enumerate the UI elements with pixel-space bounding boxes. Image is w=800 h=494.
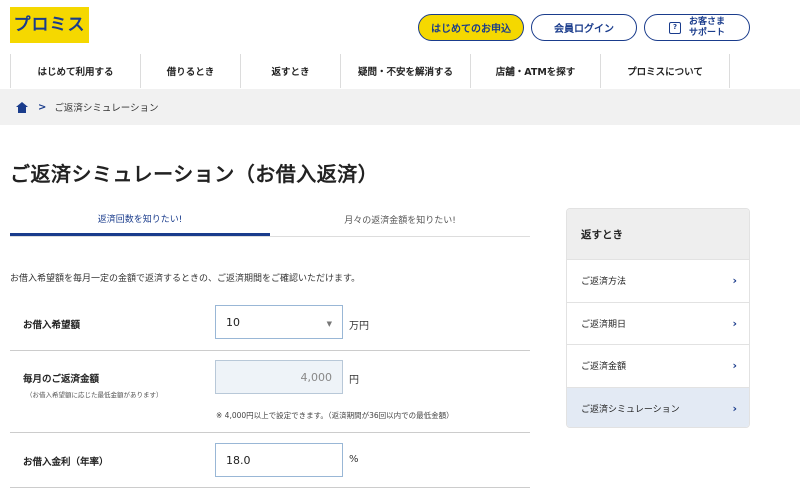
monthly-input[interactable]: 4,000 bbox=[215, 360, 343, 394]
sidebar-item-simulation[interactable]: ご返済シミュレーション › bbox=[567, 386, 749, 427]
breadcrumb-current: ご返済シミュレーション bbox=[54, 103, 159, 114]
chevron-right-icon: › bbox=[732, 316, 737, 330]
amount-unit: 万円 bbox=[349, 321, 369, 332]
amount-value: 10 bbox=[226, 315, 240, 329]
form-row-rate: お借入金利（年率） 18.0 % bbox=[10, 433, 530, 488]
amount-select[interactable]: 10 ▼ bbox=[215, 305, 343, 339]
chevron-right-icon: › bbox=[732, 274, 737, 288]
rate-value: 18.0 bbox=[226, 453, 251, 467]
support-line1: お客さま bbox=[688, 16, 725, 27]
rate-unit: % bbox=[349, 454, 359, 465]
monthly-sublabel: （お借入希望額に応じた最低金額があります） bbox=[26, 391, 163, 399]
nav-item-borrow[interactable]: 借りるとき bbox=[140, 54, 240, 88]
monthly-value: 4,000 bbox=[300, 370, 333, 384]
monthly-note: ※ 4,000円以上で設定できます。（返済期間が36回以内での最低金額） bbox=[216, 411, 454, 420]
sidebar-item-label: ご返済金額 bbox=[581, 362, 627, 373]
chevron-right-icon: > bbox=[38, 101, 47, 113]
promise-logo[interactable]: プロミス bbox=[10, 7, 89, 43]
sidebar-item-due-date[interactable]: ご返済期日 › bbox=[567, 301, 749, 345]
rate-label: お借入金利（年率） bbox=[23, 457, 109, 468]
monthly-unit: 円 bbox=[349, 375, 359, 386]
support-button[interactable]: ? お客さま サポート bbox=[644, 14, 750, 41]
apply-button[interactable]: はじめてのお申込 bbox=[418, 14, 524, 41]
form-row-monthly: 毎月のご返済金額 （お借入希望額に応じた最低金額があります） 4,000 円 ※… bbox=[10, 351, 530, 433]
nav-item-first-time[interactable]: はじめて利用する bbox=[10, 54, 140, 88]
sidebar-item-method[interactable]: ご返済方法 › bbox=[567, 259, 749, 302]
sidebar-item-label: ご返済期日 bbox=[581, 319, 627, 330]
nav-item-about[interactable]: プロミスについて bbox=[600, 54, 730, 88]
chevron-right-icon: › bbox=[732, 359, 737, 373]
sidebar-item-amount[interactable]: ご返済金額 › bbox=[567, 344, 749, 387]
support-icon: ? bbox=[668, 21, 681, 34]
breadcrumb: > ご返済シミュレーション bbox=[0, 89, 800, 125]
amount-label: お借入希望額 bbox=[23, 320, 81, 331]
page-title: ご返済シミュレーション（お借入返済） bbox=[10, 162, 379, 186]
nav-item-store-atm[interactable]: 店舗・ATMを探す bbox=[470, 54, 600, 88]
nav-item-repay[interactable]: 返すとき bbox=[240, 54, 340, 88]
global-nav: はじめて利用する 借りるとき 返すとき 疑問・不安を解消する 店舗・ATMを探す… bbox=[10, 54, 750, 88]
sidebar-item-label: ご返済方法 bbox=[581, 277, 627, 288]
rate-input[interactable]: 18.0 bbox=[215, 443, 343, 477]
sidebar: 返すとき ご返済方法 › ご返済期日 › ご返済金額 › ご返済シミュレーション… bbox=[566, 208, 750, 428]
home-icon[interactable] bbox=[16, 101, 28, 113]
login-button[interactable]: 会員ログイン bbox=[531, 14, 637, 41]
simulation-tabs: 返済回数を知りたい! 月々の返済金額を知りたい! bbox=[10, 203, 530, 237]
sidebar-title: 返すとき bbox=[567, 209, 749, 259]
tab-repayment-count[interactable]: 返済回数を知りたい! bbox=[10, 203, 270, 236]
support-line2: サポート bbox=[688, 27, 725, 38]
intro-text: お借入希望額を毎月一定の金額で返済するときの、ご返済期間をご確認いただけます。 bbox=[10, 274, 361, 284]
monthly-label: 毎月のご返済金額 bbox=[23, 374, 100, 385]
form-row-amount: お借入希望額 10 ▼ 万円 bbox=[10, 298, 530, 351]
nav-item-faq[interactable]: 疑問・不安を解消する bbox=[340, 54, 470, 88]
chevron-right-icon: › bbox=[732, 401, 737, 415]
tab-monthly-amount[interactable]: 月々の返済金額を知りたい! bbox=[270, 203, 530, 236]
chevron-down-icon: ▼ bbox=[326, 320, 332, 328]
sidebar-item-label: ご返済シミュレーション bbox=[581, 404, 680, 415]
support-label: お客さま サポート bbox=[689, 17, 725, 39]
